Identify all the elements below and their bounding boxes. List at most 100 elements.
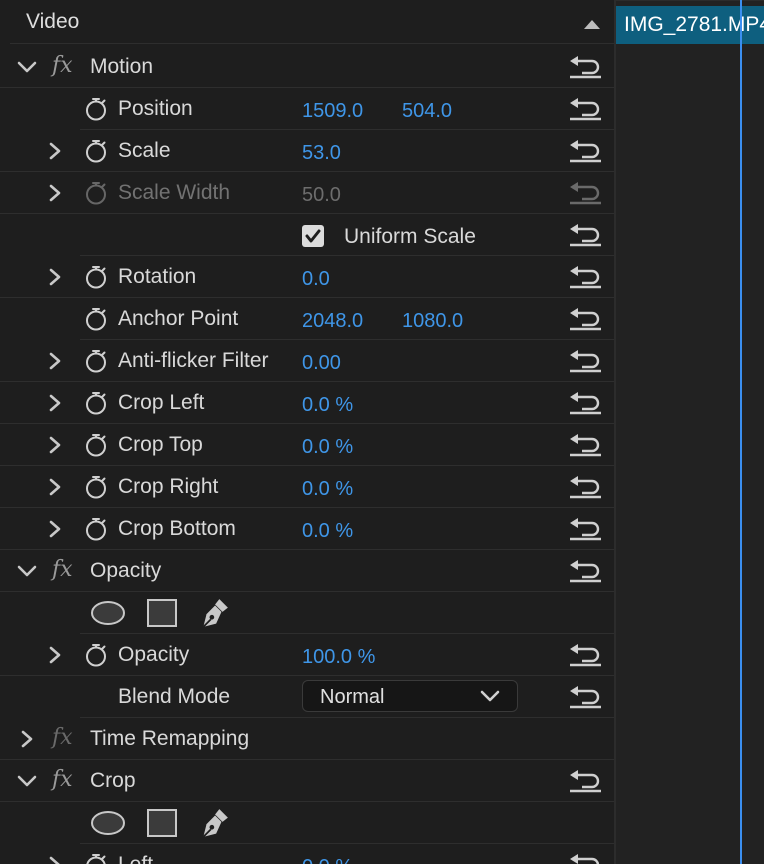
- crop-effect-left-value[interactable]: 0.0 %: [302, 856, 353, 864]
- video-section-header[interactable]: Video: [10, 0, 614, 44]
- crop-left-label: Crop Left: [118, 391, 205, 414]
- stopwatch-icon: [84, 181, 108, 205]
- chevron-right-icon[interactable]: [44, 266, 66, 288]
- time-remapping-effect-name: Time Remapping: [90, 727, 250, 750]
- reset-icon[interactable]: [568, 55, 602, 79]
- crop-bottom-value[interactable]: 0.0 %: [302, 520, 353, 543]
- scale-value[interactable]: 53.0: [302, 142, 341, 165]
- fx-toggle-icon[interactable]: fx: [52, 557, 73, 582]
- blend-mode-value: Normal: [320, 686, 385, 708]
- chevron-right-icon[interactable]: [44, 644, 66, 666]
- scale-row: Scale 53.0: [0, 130, 614, 172]
- reset-icon[interactable]: [568, 685, 602, 709]
- chevron-right-icon[interactable]: [44, 434, 66, 456]
- reset-icon[interactable]: [568, 307, 602, 331]
- chevron-down-icon: [480, 690, 500, 702]
- effect-controls-panel: Video fx Motion Position 1509.0 504.0 Sc…: [0, 0, 616, 864]
- scale-label: Scale: [118, 139, 171, 162]
- reset-icon: [568, 181, 602, 205]
- fx-toggle-icon: fx: [52, 725, 73, 750]
- crop-left-value[interactable]: 0.0 %: [302, 394, 353, 417]
- chevron-right-icon[interactable]: [44, 854, 66, 864]
- anti-flicker-row: Anti-flicker Filter 0.00: [0, 340, 614, 382]
- motion-effect-row[interactable]: fx Motion: [0, 46, 614, 88]
- rectangle-mask-icon[interactable]: [146, 599, 178, 627]
- anti-flicker-value[interactable]: 0.00: [302, 352, 341, 375]
- reset-icon[interactable]: [568, 769, 602, 793]
- chevron-right-icon[interactable]: [44, 182, 66, 204]
- stopwatch-icon[interactable]: [84, 97, 108, 121]
- rotation-label: Rotation: [118, 265, 197, 288]
- crop-left-row: Crop Left 0.0 %: [0, 382, 614, 424]
- chevron-right-icon[interactable]: [44, 392, 66, 414]
- anchor-point-x-value[interactable]: 2048.0: [302, 310, 363, 333]
- reset-icon[interactable]: [568, 97, 602, 121]
- stopwatch-icon[interactable]: [84, 853, 108, 864]
- stopwatch-icon[interactable]: [84, 433, 108, 457]
- anchor-point-row: Anchor Point 2048.0 1080.0: [80, 298, 614, 340]
- crop-right-row: Crop Right 0.0 %: [0, 466, 614, 508]
- fx-toggle-icon[interactable]: fx: [52, 53, 73, 78]
- stopwatch-icon[interactable]: [84, 517, 108, 541]
- stopwatch-icon[interactable]: [84, 265, 108, 289]
- ellipse-mask-icon[interactable]: [90, 809, 126, 837]
- chevron-down-icon[interactable]: [16, 56, 38, 78]
- chevron-right-icon[interactable]: [44, 476, 66, 498]
- crop-effect-row[interactable]: fx Crop: [0, 760, 614, 802]
- pen-mask-icon[interactable]: [198, 597, 230, 629]
- stopwatch-icon[interactable]: [84, 475, 108, 499]
- reset-icon[interactable]: [568, 559, 602, 583]
- reset-icon[interactable]: [568, 433, 602, 457]
- anchor-point-y-value[interactable]: 1080.0: [402, 310, 463, 333]
- chevron-right-icon[interactable]: [44, 518, 66, 540]
- rectangle-mask-icon[interactable]: [146, 809, 178, 837]
- chevron-right-icon[interactable]: [44, 350, 66, 372]
- ellipse-mask-icon[interactable]: [90, 599, 126, 627]
- reset-icon[interactable]: [568, 853, 602, 864]
- effect-timeline-strip[interactable]: IMG_2781.MP4: [616, 0, 764, 864]
- stopwatch-icon[interactable]: [84, 643, 108, 667]
- opacity-value[interactable]: 100.0 %: [302, 646, 375, 669]
- rotation-value[interactable]: 0.0: [302, 268, 330, 291]
- clip-name: IMG_2781.MP4: [624, 13, 764, 36]
- scale-width-label: Scale Width: [118, 181, 231, 204]
- anchor-point-label: Anchor Point: [118, 307, 239, 330]
- reset-icon[interactable]: [568, 475, 602, 499]
- chevron-right-icon[interactable]: [44, 140, 66, 162]
- crop-effect-name: Crop: [90, 769, 136, 792]
- position-x-value[interactable]: 1509.0: [302, 100, 363, 123]
- crop-bottom-row: Crop Bottom 0.0 %: [0, 508, 614, 550]
- uniform-scale-checkbox[interactable]: [302, 225, 324, 247]
- stopwatch-icon[interactable]: [84, 391, 108, 415]
- anti-flicker-label: Anti-flicker Filter: [118, 349, 269, 372]
- crop-top-value[interactable]: 0.0 %: [302, 436, 353, 459]
- opacity-label: Opacity: [118, 643, 190, 666]
- opacity-effect-row[interactable]: fx Opacity: [0, 550, 614, 592]
- chevron-down-icon[interactable]: [16, 770, 38, 792]
- crop-right-label: Crop Right: [118, 475, 219, 498]
- chevron-right-icon[interactable]: [16, 728, 38, 750]
- reset-icon[interactable]: [568, 265, 602, 289]
- scale-width-row: Scale Width 50.0: [0, 172, 614, 214]
- blend-mode-dropdown[interactable]: Normal: [302, 680, 518, 712]
- crop-top-label: Crop Top: [118, 433, 203, 456]
- crop-right-value[interactable]: 0.0 %: [302, 478, 353, 501]
- fx-toggle-icon[interactable]: fx: [52, 767, 73, 792]
- stopwatch-icon[interactable]: [84, 307, 108, 331]
- reset-icon[interactable]: [568, 643, 602, 667]
- playhead[interactable]: [740, 0, 742, 864]
- chevron-down-icon[interactable]: [16, 560, 38, 582]
- reset-icon[interactable]: [568, 517, 602, 541]
- stopwatch-icon[interactable]: [84, 349, 108, 373]
- time-remapping-effect-row[interactable]: fx Time Remapping: [0, 718, 614, 760]
- reset-icon[interactable]: [568, 139, 602, 163]
- collapse-triangle-icon[interactable]: [584, 20, 600, 29]
- stopwatch-icon[interactable]: [84, 139, 108, 163]
- reset-icon[interactable]: [568, 391, 602, 415]
- reset-icon[interactable]: [568, 223, 602, 247]
- crop-effect-left-label: Left: [118, 853, 153, 864]
- position-y-value[interactable]: 504.0: [402, 100, 452, 123]
- pen-mask-icon[interactable]: [198, 807, 230, 839]
- crop-left-property-row: Left 0.0 %: [0, 844, 614, 864]
- reset-icon[interactable]: [568, 349, 602, 373]
